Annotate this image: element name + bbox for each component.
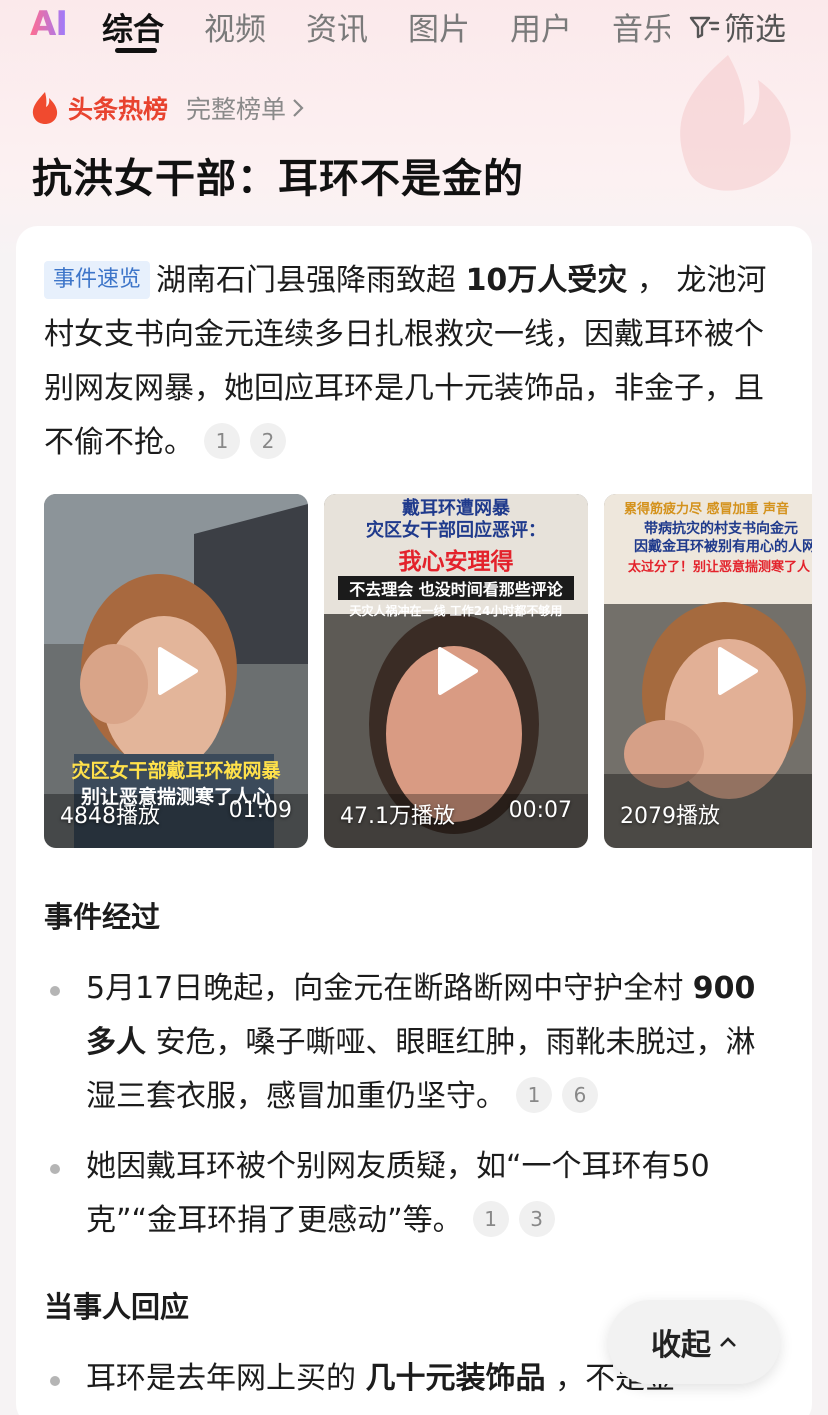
full-list-label: 完整榜单 [186,95,287,124]
video-meta: 4848播放 01:09 [60,798,292,830]
play-count: 4848播放 [60,804,160,829]
chevron-up-icon [720,1337,736,1347]
full-list-link[interactable]: 完整榜单 [186,90,304,126]
video-caption: 天灾人祸冲在一线 工作24小时都不够用 [349,604,563,618]
summary-text-1: 湖南石门县强降雨致超 [156,263,466,298]
active-tab-indicator [115,48,157,53]
page-title: 抗洪女干部：耳环不是金的 [32,156,524,202]
citation-badge[interactable]: 3 [518,1201,555,1237]
fire-icon [32,92,58,124]
quick-view-badge: 事件速览 [44,261,151,299]
section-title-party-response: 当事人回应 [44,1290,190,1324]
video-card[interactable]: 累得筋疲力尽 感冒加重 声音 带病抗灾的村支书向金元 因戴金耳环被别有用心的人网… [604,494,812,848]
filter-icon [689,16,720,38]
tab-video[interactable]: 视频 [204,4,266,49]
play-icon [718,647,758,695]
video-caption: 太过分了！别让恶意揣测寒了人 [628,560,811,575]
chevron-right-icon [293,99,304,117]
tab-music[interactable]: 音乐 [612,4,670,49]
tab-users[interactable]: 用户 [510,4,572,49]
collapse-label: 收起 [651,1328,711,1363]
video-caption: 因戴金耳环被别有用心的人网 [634,539,812,555]
hot-list-header: 头条热榜 完整榜单 [30,90,304,126]
hot-list-label: 头条热榜 [68,95,169,124]
video-caption: 不去理会 也没时间看那些评论 [338,576,574,600]
list-item-text: 安危，嗓子嘶哑、眼眶红肿，雨靴未脱过，淋湿三套衣服，感冒加重仍坚守。 [86,1025,756,1114]
list-item-highlight: 几十元装饰品 [365,1361,546,1396]
list-item-text: 5月17日晚起，向金元在断路断网中守护全村 [86,971,693,1006]
video-meta: 2079播放 00 [620,798,812,830]
tab-images[interactable]: 图片 [408,4,470,49]
section-title-event-process: 事件经过 [44,900,161,934]
video-caption: 带病抗灾的村支书向金元 [644,521,798,537]
list-item-text: 耳环是去年网上买的 [86,1361,366,1396]
tab-general[interactable]: 综合 [102,4,164,49]
video-caption: 我心安理得 [398,549,514,575]
play-count: 2079播放 [620,804,720,829]
video-duration: 01:09 [228,798,292,823]
video-caption: 灾区女干部戴耳环被网暴 [71,760,281,782]
video-caption: 灾区女干部回应恶评： [366,520,546,541]
video-carousel[interactable]: 灾区女干部戴耳环被网暴 别让恶意揣测寒了人心 4848播放 01:09 戴耳环遭… [44,494,812,850]
video-meta: 47.1万播放 00:07 [340,798,572,830]
citation-badge[interactable]: 6 [562,1077,598,1113]
ai-logo[interactable]: AI [30,4,68,44]
citation-badge[interactable]: 2 [250,423,286,459]
filter-label: 筛选 [724,12,786,48]
filter-button[interactable]: 筛选 [688,4,786,49]
summary-highlight: 10万人受灾 [465,263,628,298]
play-icon [438,647,478,695]
video-card[interactable]: 戴耳环遭网暴 灾区女干部回应恶评： 我心安理得 不去理会 也没时间看那些评论 天… [324,494,588,848]
play-icon [158,647,198,695]
citation-badge[interactable]: 1 [472,1201,509,1237]
citation-badge[interactable]: 1 [516,1077,552,1113]
flame-decoration-icon [680,55,791,191]
list-item: 5月17日晚起，向金元在断路断网中守护全村 900多人 安危，嗓子嘶哑、眼眶红肿… [44,962,784,1124]
play-count: 47.1万播放 [340,804,455,829]
collapse-button[interactable]: 收起 [608,1300,780,1384]
event-process-list: 5月17日晚起，向金元在断路断网中守护全村 900多人 安危，嗓子嘶哑、眼眶红肿… [44,962,784,1264]
top-tab-bar: AI 综合 视频 资讯 图片 用户 音乐 筛选 [0,0,828,53]
event-summary-card: 事件速览 湖南石门县强降雨致超 10万人受灾 ， 龙池河村女支书向金元连续多日扎根… [16,226,812,1415]
video-caption: 累得筋疲力尽 感冒加重 声音 [624,502,790,517]
tab-news[interactable]: 资讯 [306,4,368,49]
video-duration: 00:07 [508,798,572,823]
video-card[interactable]: 灾区女干部戴耳环被网暴 别让恶意揣测寒了人心 4848播放 01:09 [44,494,308,848]
event-summary: 事件速览 湖南石门县强降雨致超 10万人受灾 ， 龙池河村女支书向金元连续多日扎根… [44,254,784,470]
list-item: 她因戴耳环被个别网友质疑，如“一个耳环有50克”“金耳环捐了更感动”等。 1 3 [44,1140,784,1248]
citation-badge[interactable]: 1 [204,423,240,459]
list-item-text: 她因戴耳环被个别网友质疑，如“一个耳环有50克”“金耳环捐了更感动”等。 [86,1149,710,1238]
